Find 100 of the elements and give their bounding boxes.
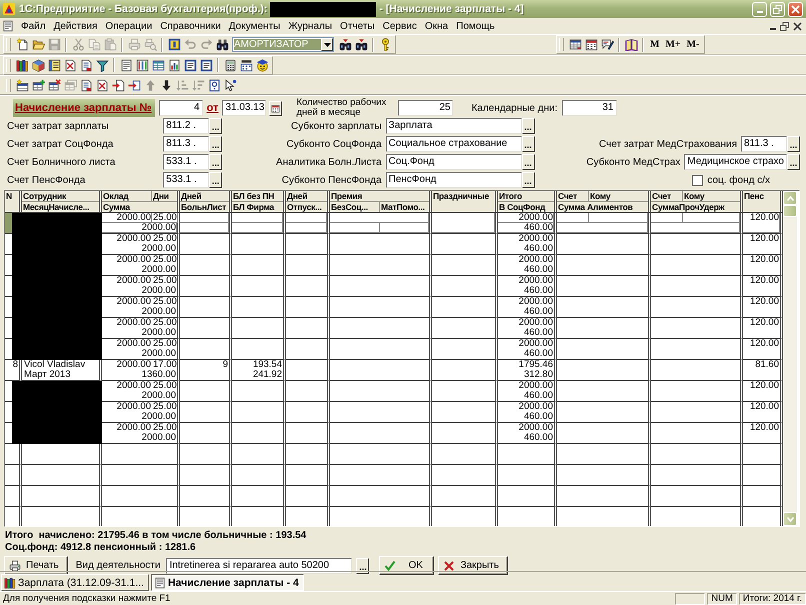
down-arrow-icon[interactable] <box>160 78 172 92</box>
cursor-icon[interactable] <box>224 78 236 92</box>
text-field[interactable]: ПенсФонд <box>386 172 522 188</box>
window-tab[interactable]: Начисление зарплаты - 4 <box>150 574 304 591</box>
dropdown-button[interactable] <box>321 38 333 51</box>
document-title-link[interactable]: Начисление зарплаты № <box>13 99 155 117</box>
checkbox-label[interactable]: соц. фонд с/х <box>707 174 770 186</box>
document-icon[interactable] <box>80 58 92 72</box>
menu-item[interactable]: Файл <box>17 18 50 34</box>
ok-button[interactable]: OK <box>379 556 434 575</box>
select-button[interactable]: ... <box>522 172 535 188</box>
restore-button[interactable] <box>770 2 785 16</box>
table-star-icon[interactable] <box>16 78 28 92</box>
window-tab[interactable]: Зарплата (31.12.09-31.1... <box>1 574 149 591</box>
document-cross-icon[interactable] <box>96 78 108 92</box>
close-icon[interactable] <box>793 22 802 30</box>
table-row[interactable]: 2000.00 25.00 2000.00 2000.00 460.00 120.00 <box>5 423 783 444</box>
document-arrow-icon[interactable] <box>112 78 124 92</box>
funnel-icon[interactable] <box>96 58 108 72</box>
document-icon[interactable] <box>2 20 14 32</box>
text-field[interactable]: 811.3 . <box>741 136 787 152</box>
select-button[interactable]: ... <box>209 118 222 134</box>
columns-icon[interactable] <box>136 58 148 72</box>
select-button[interactable]: ... <box>522 154 535 170</box>
date-field[interactable]: 31.03.13 <box>222 100 266 116</box>
books-icon[interactable] <box>16 58 28 72</box>
select-button[interactable]: ... <box>209 136 222 152</box>
toolbar-grip[interactable] <box>559 38 564 51</box>
text-field[interactable]: Соц.Фонд <box>386 154 522 170</box>
toolbar-grip[interactable] <box>6 58 11 72</box>
document-cross-icon[interactable] <box>64 58 76 72</box>
table-row[interactable]: 2000.00 25.00 2000.00 2000.00 460.00 120.00 <box>5 339 783 360</box>
select-button[interactable]: ... <box>787 136 800 152</box>
menu-item[interactable]: Журналы <box>284 18 336 34</box>
close-button[interactable] <box>788 2 803 16</box>
text-field[interactable]: Медицинское страхо <box>684 154 787 170</box>
text-field[interactable]: 533.1 . <box>163 154 210 170</box>
table-delete-icon[interactable] <box>48 78 60 92</box>
menu-item[interactable]: Действия <box>50 18 102 34</box>
close-button[interactable]: Закрыть <box>438 556 508 575</box>
text-field[interactable]: 533.1 . <box>163 172 210 188</box>
calculator-icon[interactable] <box>224 58 236 72</box>
menu-item[interactable]: Окна <box>420 18 452 34</box>
chart-document-icon[interactable] <box>168 58 180 72</box>
field-label: Счет Болничного листа <box>6 156 116 168</box>
menu-item[interactable]: Справочники <box>156 18 225 34</box>
text-field[interactable]: 811.2 . <box>163 118 210 134</box>
activity-field[interactable]: Intretinerea si repararea auto 50200 <box>166 558 352 574</box>
speech-bubble-icon[interactable] <box>600 38 614 51</box>
menu-item[interactable]: Помощь <box>452 18 499 34</box>
working-days-field[interactable]: 25 <box>398 100 454 116</box>
checkbox[interactable] <box>692 174 704 186</box>
binoculars-icon[interactable] <box>216 38 228 51</box>
select-button[interactable]: ... <box>209 172 222 188</box>
select-button[interactable]: ... <box>209 154 222 170</box>
table-cell: 25.00 <box>152 423 178 433</box>
toolbar-grip[interactable] <box>6 78 11 92</box>
calendar-icon[interactable] <box>584 38 598 51</box>
book-icon[interactable] <box>624 38 638 51</box>
document-ring-icon[interactable] <box>208 78 220 92</box>
select-button[interactable]: ... <box>787 154 800 170</box>
calendar-days-field[interactable]: 31 <box>562 100 616 116</box>
table-row[interactable]: 2000.00 25.00 2000.00 2000.00 460.00 120.00 <box>5 213 783 234</box>
menu-item[interactable]: Документы <box>224 18 284 34</box>
new-document-icon[interactable] <box>16 38 28 51</box>
memory-button[interactable]: M+ <box>662 39 684 50</box>
spreadsheet-icon[interactable] <box>568 38 582 51</box>
calendar-button[interactable] <box>269 100 282 116</box>
arrow-into-box-icon[interactable] <box>128 78 140 92</box>
framed-page-icon[interactable] <box>184 58 196 72</box>
minimize-button[interactable] <box>752 2 767 16</box>
memory-button[interactable]: M <box>647 39 662 50</box>
toolbar-grip[interactable] <box>6 38 11 51</box>
scroll-thumb[interactable] <box>783 205 797 217</box>
menu-item[interactable]: Операции <box>101 18 156 34</box>
text-field[interactable]: 811.3 . <box>163 136 210 152</box>
memory-button[interactable]: M- <box>684 39 702 50</box>
table-icon[interactable] <box>152 58 164 72</box>
select-button[interactable]: ... <box>356 558 370 574</box>
binoculars-arrow-icon[interactable] <box>338 38 352 51</box>
open-folder-icon[interactable] <box>32 38 44 51</box>
binoculars-arrow-icon[interactable] <box>354 38 368 51</box>
document-lines-icon[interactable] <box>120 58 132 72</box>
scrollbar[interactable] <box>783 191 797 526</box>
dots-grid-icon[interactable] <box>240 58 252 72</box>
smiley-icon[interactable] <box>256 58 268 72</box>
number-field[interactable]: 4 <box>158 100 203 116</box>
menu-item[interactable]: Отчеты <box>336 18 379 34</box>
framed-tile-icon[interactable] <box>168 38 180 51</box>
text-field[interactable]: Зарплата <box>386 118 522 134</box>
framed-page-icon[interactable] <box>200 58 212 72</box>
cube-icon[interactable] <box>32 58 44 72</box>
date-link[interactable]: от <box>206 102 218 114</box>
document-icon[interactable] <box>80 78 92 92</box>
table-plus-icon[interactable] <box>32 78 44 92</box>
list-icon[interactable] <box>48 58 60 72</box>
select-button[interactable]: ... <box>522 136 535 152</box>
select-button[interactable]: ... <box>522 118 535 134</box>
text-field[interactable]: Социальное страхование <box>386 136 522 152</box>
menu-item[interactable]: Сервис <box>378 18 421 34</box>
